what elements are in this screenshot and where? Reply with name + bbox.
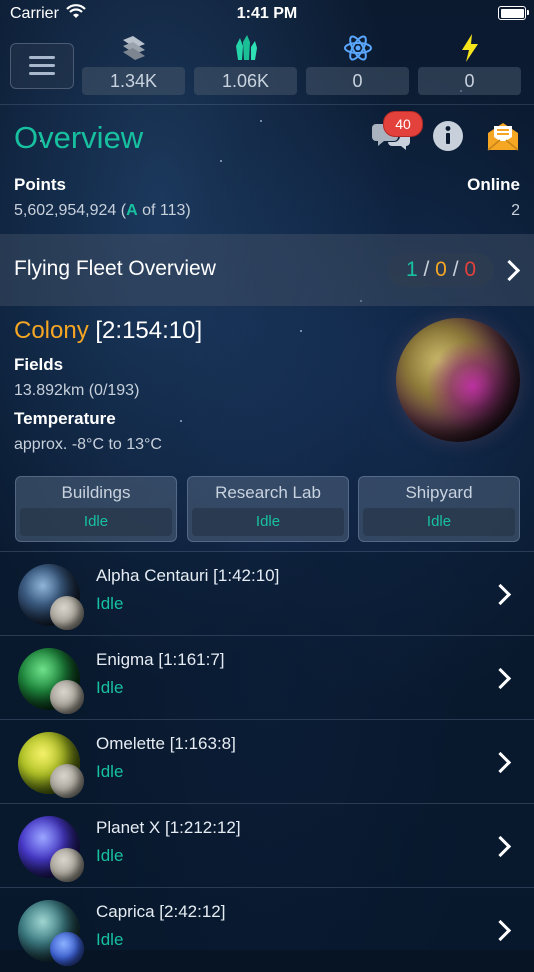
buildings-label: Buildings — [61, 483, 131, 502]
temperature-label: Temperature — [14, 409, 116, 428]
planet-list-item[interactable]: Alpha Centauri [1:42:10] Idle — [0, 551, 534, 636]
shipyard-label: Shipyard — [405, 483, 473, 502]
points-label: Points — [14, 175, 66, 194]
planet-status: Idle — [96, 930, 124, 949]
planet-name: Omelette [1:163:8] — [96, 734, 236, 753]
fleet-separator: / — [452, 258, 459, 281]
rank-suffix: of 113) — [137, 202, 191, 219]
menu-icon-line — [29, 64, 55, 67]
planet-name: Enigma [1:161:7] — [96, 650, 225, 669]
star — [220, 160, 222, 162]
planet-status: Idle — [96, 594, 124, 613]
fleet-overview-title: Flying Fleet Overview — [14, 257, 216, 280]
crystal-icon — [194, 33, 297, 63]
resource-metal-value: 1.34K — [82, 67, 185, 95]
resource-crystal[interactable]: 1.06K — [194, 33, 297, 95]
battery-icon — [498, 6, 529, 20]
chat-unread-badge: 40 — [383, 111, 423, 137]
star — [260, 120, 262, 122]
resource-deuterium[interactable]: 0 — [306, 33, 409, 95]
research-lab-button[interactable]: Research Lab Idle — [187, 476, 349, 542]
menu-button[interactable] — [10, 43, 74, 89]
research-lab-label: Research Lab — [215, 483, 321, 502]
fleet-count-own: 1 — [405, 258, 418, 281]
status-bar: Carrier 1:41 PM — [0, 0, 534, 28]
current-planet-title: Colony [2:154:10] — [14, 317, 202, 345]
resource-energy-value: 0 — [418, 67, 521, 95]
mail-button[interactable] — [483, 118, 523, 154]
fleet-count-neutral: 0 — [435, 258, 447, 281]
fleet-counts: 1 / 0 / 0 — [388, 253, 494, 287]
moon-thumbnail — [50, 764, 84, 798]
shipyard-status: Idle — [363, 508, 515, 536]
planet-list-item[interactable]: Enigma [1:161:7] Idle — [0, 635, 534, 720]
rank-letter: A — [126, 202, 138, 219]
moon-thumbnail — [50, 848, 84, 882]
info-button[interactable] — [428, 118, 468, 154]
shipyard-button[interactable]: Shipyard Idle — [358, 476, 520, 542]
chevron-right-icon — [489, 919, 512, 942]
chevron-right-icon — [489, 835, 512, 858]
moon-thumbnail — [50, 932, 84, 966]
fields-label: Fields — [14, 355, 64, 374]
buildings-button[interactable]: Buildings Idle — [15, 476, 177, 542]
planet-name: Caprica [2:42:12] — [96, 902, 226, 921]
points-value: 5,602,954,924 (A of 113) — [14, 202, 191, 220]
star — [300, 330, 302, 332]
temperature-value: approx. -8°C to 13°C — [14, 436, 162, 453]
moon-thumbnail — [50, 680, 84, 714]
info-icon — [433, 121, 463, 151]
online-value: 2 — [511, 202, 520, 219]
resource-deuterium-value: 0 — [306, 67, 409, 95]
buildings-status: Idle — [20, 508, 172, 536]
fields-value: 13.892km (0/193) — [14, 382, 140, 399]
metal-icon — [82, 33, 185, 63]
chevron-right-icon — [489, 751, 512, 774]
deuterium-icon — [306, 33, 409, 63]
planet-list-item[interactable]: Planet X [1:212:12] Idle — [0, 803, 534, 888]
planet-type: Colony — [14, 317, 89, 344]
points-number: 5,602,954,924 ( — [14, 202, 127, 219]
planet-name: Planet X [1:212:12] — [96, 818, 241, 837]
moon-thumbnail — [50, 596, 84, 630]
planet-status: Idle — [96, 678, 124, 697]
resource-energy[interactable]: 0 — [418, 33, 521, 95]
resource-crystal-value: 1.06K — [194, 67, 297, 95]
online-label: Online — [467, 175, 520, 194]
fleet-count-hostile: 0 — [464, 258, 477, 281]
planet-list-item[interactable]: Omelette [1:163:8] Idle — [0, 719, 534, 804]
planet-status: Idle — [96, 762, 124, 781]
planet-list-item[interactable]: Caprica [2:42:12] Idle — [0, 887, 534, 972]
resource-metal[interactable]: 1.34K — [82, 33, 185, 95]
page-title: Overview — [14, 120, 144, 155]
research-lab-status: Idle — [192, 508, 344, 536]
current-planet-image — [396, 318, 520, 442]
energy-icon — [418, 33, 521, 63]
star — [180, 420, 182, 422]
mail-icon — [487, 123, 519, 151]
planet-coords: [2:154:10] — [95, 317, 203, 344]
menu-icon — [29, 56, 55, 59]
header-divider — [0, 104, 534, 105]
planet-name: Alpha Centauri [1:42:10] — [96, 566, 280, 585]
menu-icon-line — [29, 72, 55, 75]
planet-status: Idle — [96, 846, 124, 865]
fleet-separator: / — [423, 258, 430, 281]
clock: 1:41 PM — [236, 5, 298, 22]
chevron-right-icon — [489, 583, 512, 606]
chevron-right-icon — [489, 667, 512, 690]
